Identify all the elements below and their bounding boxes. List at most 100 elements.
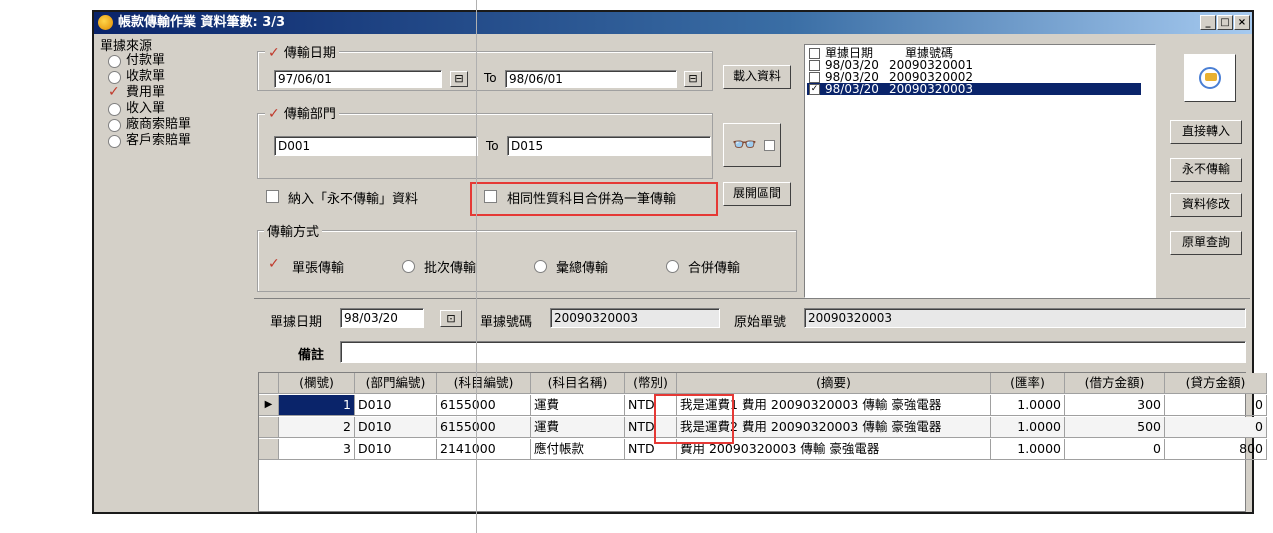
modify-data-button[interactable]: 資料修改 — [1170, 193, 1242, 217]
source-option[interactable]: ✓ 費用單 — [108, 85, 258, 101]
radio-button[interactable] — [108, 103, 121, 116]
grid-column-header[interactable]: (欄號) — [279, 373, 355, 394]
source-option[interactable]: 廠商索賠單 — [108, 117, 258, 133]
transfer-option[interactable]: ✓ 單張傳輸 — [268, 256, 388, 276]
document-checkbox[interactable]: ✓ — [809, 84, 820, 95]
grid-cell[interactable]: 800 — [1165, 439, 1267, 460]
source-option[interactable]: 收款單 — [108, 69, 258, 85]
radio-button[interactable] — [108, 119, 121, 132]
radio-button[interactable] — [108, 71, 121, 84]
grid-cell[interactable]: 500 — [1065, 417, 1165, 438]
grid-column-header[interactable]: (科目編號) — [437, 373, 531, 394]
search-button[interactable]: 👓 — [723, 123, 781, 167]
grid-cell[interactable]: 6155000 — [437, 395, 531, 416]
grid-cell[interactable]: 0 — [1065, 439, 1165, 460]
include-never-checkbox[interactable] — [266, 190, 279, 203]
merge-checkbox[interactable] — [484, 190, 497, 203]
never-transfer-button[interactable]: 永不傳輸 — [1170, 158, 1242, 182]
grid-column-header[interactable]: (匯率) — [991, 373, 1065, 394]
radio-button[interactable] — [108, 135, 121, 148]
grid-cell[interactable]: 應付帳款 — [531, 439, 625, 460]
date-to-calendar-icon[interactable]: ⊟ — [684, 71, 702, 87]
grid-cell[interactable]: 運費 — [531, 417, 625, 438]
source-option-label: 收入單 — [126, 101, 166, 116]
table-row[interactable]: ▶ 1 D010 6155000 運費 NTD 我是運費1 費用 20090320003 傳… — [259, 395, 1267, 416]
orig-no-input[interactable]: 20090320003 — [804, 308, 1246, 328]
main-window: 帳款傳輸作業 資料筆數: 3/3 _ □ × 單據來源 付款單 收款單 ✓ 費用單 收入… — [92, 10, 1267, 514]
source-options: 付款單 收款單 ✓ 費用單 收入單 廠商索賠單 客戶索賠單 — [108, 53, 258, 149]
table-row[interactable]: 3 D010 2141000 應付帳款 NTD 費用 20090320003 傳輸 豪強電… — [259, 439, 1267, 460]
radio-button[interactable] — [534, 260, 547, 273]
source-option[interactable]: 付款單 — [108, 53, 258, 69]
grid-column-header[interactable]: (貸方金額) — [1165, 373, 1267, 394]
grid-cell[interactable]: D010 — [355, 395, 437, 416]
dept-to-label: To — [486, 139, 499, 153]
document-number: 20090320003 — [889, 82, 973, 96]
grid-cell[interactable]: 0 — [1165, 395, 1267, 416]
date-to-input[interactable]: 98/06/01 — [505, 70, 677, 88]
grid-cell[interactable]: 1.0000 — [991, 395, 1065, 416]
document-checkbox[interactable] — [809, 60, 820, 71]
source-option-label: 收款單 — [126, 69, 166, 84]
window-title: 帳款傳輸作業 資料筆數: 3/3 — [118, 15, 286, 30]
dept-from-input[interactable]: D001 — [274, 136, 478, 156]
note-label: 備註 — [298, 348, 325, 363]
radio-button[interactable] — [666, 260, 679, 273]
merge-label: 相同性質科目合併為一筆傳輸 — [507, 192, 677, 207]
dept-to-input[interactable]: D015 — [507, 136, 711, 156]
date-from-calendar-icon[interactable]: ⊟ — [450, 71, 468, 87]
grid-cell[interactable]: 6155000 — [437, 417, 531, 438]
source-option[interactable]: 客戶索賠單 — [108, 133, 258, 149]
maximize-button[interactable]: □ — [1217, 15, 1233, 30]
date-from-input[interactable]: 97/06/01 — [274, 70, 442, 88]
grid-cell[interactable]: 1.0000 — [991, 417, 1065, 438]
search-option-checkbox[interactable] — [764, 140, 775, 151]
grid-column-header[interactable]: (幣別) — [625, 373, 677, 394]
document-checkbox[interactable] — [809, 48, 820, 59]
expand-range-button[interactable]: 展開區間 — [723, 182, 791, 206]
original-query-button[interactable]: 原單查詢 — [1170, 231, 1242, 255]
grid-column-header[interactable]: (部門編號) — [355, 373, 437, 394]
grid-column-header[interactable]: (摘要) — [677, 373, 991, 394]
grid-cell[interactable]: 300 — [1065, 395, 1165, 416]
grid-cell[interactable]: 1.0000 — [991, 439, 1065, 460]
radio-button[interactable] — [108, 55, 121, 68]
check-icon[interactable]: ✓ — [108, 85, 120, 99]
minimize-button[interactable]: _ — [1200, 15, 1216, 30]
document-list[interactable]: 單據日期 單據號碼 98/03/20 20090320001 98/03/20 20090… — [804, 44, 1156, 298]
grid-cell[interactable]: D010 — [355, 439, 437, 460]
transfer-icon-button[interactable] — [1184, 54, 1236, 102]
source-option[interactable]: 收入單 — [108, 101, 258, 117]
grid-column-header[interactable]: (借方金額) — [1065, 373, 1165, 394]
transfer-option[interactable]: 彙總傳輸 — [532, 256, 652, 276]
close-button[interactable]: × — [1234, 15, 1250, 30]
doc-no-label: 單據號碼 — [480, 315, 533, 330]
orig-no-label: 原始單號 — [734, 315, 787, 330]
dept-group-title: ✓ 傳輸部門 — [265, 103, 339, 122]
grid-cell[interactable]: 2 — [279, 417, 355, 438]
doc-date-calendar-icon[interactable]: ⊡ — [440, 310, 462, 327]
check-icon[interactable]: ✓ — [268, 257, 280, 271]
doc-no-input[interactable]: 20090320003 — [550, 308, 720, 328]
grid-cell[interactable]: 1 — [279, 395, 355, 416]
transfer-option[interactable]: 合併傳輸 — [664, 256, 784, 276]
doc-date-input[interactable]: 98/03/20 — [340, 308, 424, 328]
grid-cell[interactable]: 3 — [279, 439, 355, 460]
document-checkbox[interactable] — [809, 72, 820, 83]
load-data-button[interactable]: 載入資料 — [723, 65, 791, 89]
transfer-option[interactable]: 批次傳輸 — [400, 256, 520, 276]
grid-column-header[interactable]: (科目名稱) — [531, 373, 625, 394]
radio-button[interactable] — [402, 260, 415, 273]
grid-cell[interactable]: 2141000 — [437, 439, 531, 460]
document-list-row[interactable]: ✓ 98/03/20 20090320003 — [807, 83, 1141, 95]
source-option-label: 客戶索賠單 — [126, 133, 192, 148]
document-date: 98/03/20 — [825, 82, 879, 96]
grid-cell[interactable]: 0 — [1165, 417, 1267, 438]
direct-transfer-button[interactable]: 直接轉入 — [1170, 120, 1242, 144]
overlay-guide-line — [476, 0, 477, 533]
table-row[interactable]: 2 D010 6155000 運費 NTD 我是運費2 費用 20090320003 傳輸… — [259, 417, 1267, 438]
title-bar[interactable]: 帳款傳輸作業 資料筆數: 3/3 — [94, 12, 1252, 34]
grid-cell[interactable]: 運費 — [531, 395, 625, 416]
row-indicator — [259, 373, 279, 394]
grid-cell[interactable]: D010 — [355, 417, 437, 438]
